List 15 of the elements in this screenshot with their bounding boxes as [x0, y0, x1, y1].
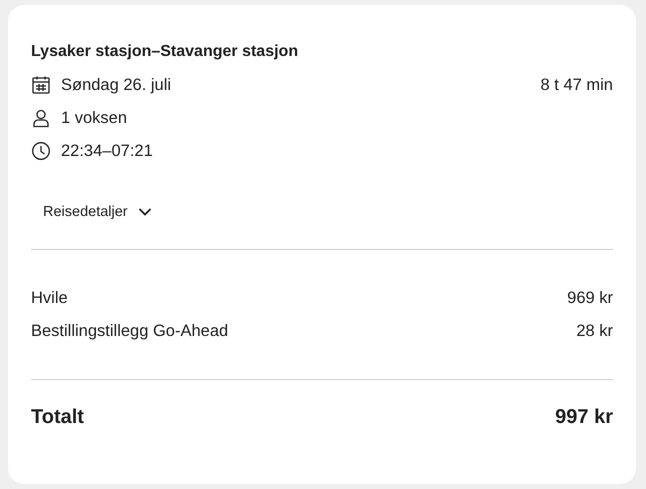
detail-text: 1 voksen	[61, 108, 128, 128]
clock-icon	[31, 141, 51, 161]
calendar-icon	[31, 75, 51, 95]
price-amount: 969 kr	[567, 288, 613, 309]
details-toggle[interactable]: Reisedetaljer	[43, 199, 152, 225]
route-title: Lysaker stasjon–Stavanger stasjon	[31, 42, 300, 62]
total-label: Totalt	[31, 405, 84, 430]
price-label: Hvile	[31, 288, 68, 309]
price-label: Bestillingstillegg Go-Ahead	[31, 321, 228, 342]
duration-text: 8 t 47 min	[540, 76, 613, 94]
price-amount: 28 kr	[576, 321, 613, 342]
detail-text: 22:34–07:21	[61, 142, 153, 160]
total-amount: 997 kr	[555, 405, 613, 430]
detail-text: Søndag 26. juli	[61, 76, 172, 94]
person-icon	[31, 108, 51, 128]
